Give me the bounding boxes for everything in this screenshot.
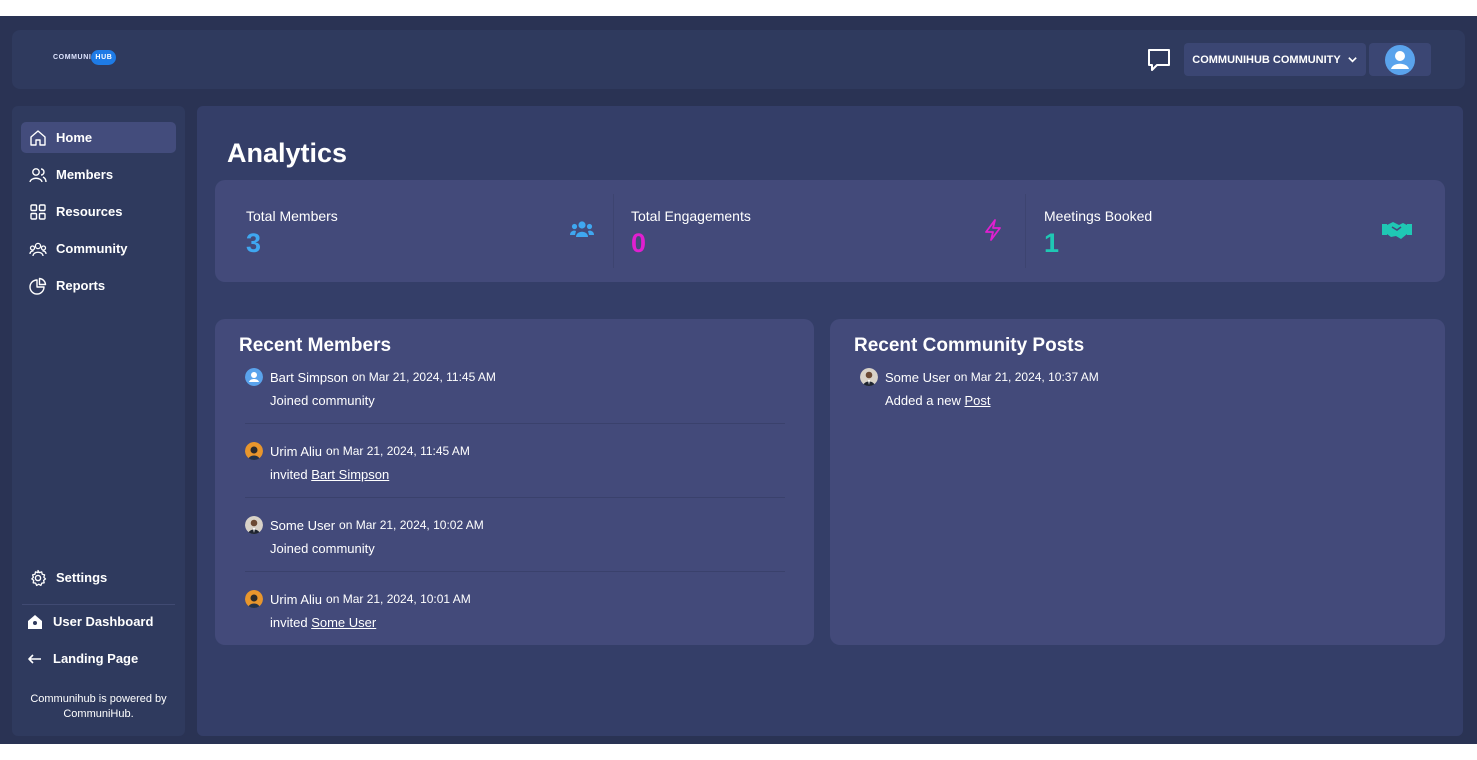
user-photo-avatar <box>245 590 263 608</box>
home-solid-icon <box>28 614 42 629</box>
activity-text: invited Bart Simpson <box>270 467 785 482</box>
community-selector-button[interactable]: COMMUNIHUB COMMUNITY <box>1184 43 1366 76</box>
user-photo-avatar <box>245 516 263 534</box>
community-selector-label: COMMUNIHUB COMMUNITY <box>1192 53 1341 66</box>
default-avatar-icon <box>245 368 263 386</box>
recent-posts-card: Recent Community Posts Some User on Mar … <box>830 319 1445 645</box>
lightning-icon <box>985 219 1001 241</box>
activity-text: Joined community <box>270 541 375 556</box>
app-frame: COMMUNI HUB COMMUNIHUB COMMUNITY Home Mem… <box>0 16 1477 744</box>
activity-text: Added a new Post <box>885 393 1400 408</box>
landing-page-label: Landing Page <box>53 651 139 666</box>
chevron-down-icon <box>1347 57 1357 63</box>
activity-date: on Mar 21, 2024, 11:45 AM <box>352 370 496 384</box>
pie-chart-icon <box>29 277 47 295</box>
list-item: Urim Aliu on Mar 21, 2024, 11:45 AM invi… <box>245 442 785 482</box>
gear-icon <box>31 569 47 586</box>
logo-text-right: HUB <box>91 50 117 65</box>
list-divider <box>245 571 785 572</box>
list-divider <box>245 423 785 424</box>
page-title: Analytics <box>227 138 348 168</box>
stat-label: Total Engagements <box>631 208 751 224</box>
stat-label: Meetings Booked <box>1044 208 1153 224</box>
user-avatar-icon <box>1385 44 1415 75</box>
sidebar-item-resources[interactable]: Resources <box>21 196 176 227</box>
landing-page-link[interactable]: Landing Page <box>21 643 176 674</box>
community-icon <box>29 242 47 256</box>
list-divider <box>245 497 785 498</box>
member-link[interactable]: Some User <box>311 615 376 630</box>
brand-logo[interactable]: COMMUNI HUB <box>53 50 117 65</box>
activity-action: invited <box>270 467 312 482</box>
user-photo-avatar <box>860 368 878 386</box>
activity-text: invited Some User <box>270 615 785 630</box>
home-icon <box>30 129 46 146</box>
recent-members-card: Recent Members Bart Simpson on Mar 21, 2… <box>215 319 814 645</box>
settings-label: Settings <box>56 570 108 585</box>
sidebar-item-members[interactable]: Members <box>21 159 176 190</box>
arrow-left-icon <box>28 653 41 664</box>
user-dashboard-link[interactable]: User Dashboard <box>21 606 176 637</box>
member-name[interactable]: Bart Simpson <box>270 370 348 385</box>
sidebar-item-home[interactable]: Home <box>21 122 176 153</box>
members-icon <box>29 167 47 182</box>
list-item: Some User on Mar 21, 2024, 10:02 AM Join… <box>245 516 785 556</box>
stat-value: 1 <box>1044 228 1060 258</box>
sidebar: Home Members Resources Community Reports… <box>12 106 185 736</box>
sidebar-item-reports[interactable]: Reports <box>21 270 176 301</box>
top-bar: COMMUNI HUB COMMUNIHUB COMMUNITY <box>12 30 1465 89</box>
sidebar-item-settings[interactable]: Settings <box>21 562 176 593</box>
main-content: Analytics Total Members 3 Total Engageme… <box>197 106 1463 736</box>
user-dashboard-label: User Dashboard <box>53 614 154 629</box>
member-name[interactable]: Some User <box>270 518 335 533</box>
activity-date: on Mar 21, 2024, 10:01 AM <box>326 592 471 606</box>
stat-value: 0 <box>631 228 647 258</box>
powered-by-note: Communihub is powered by CommuniHub. <box>30 693 167 720</box>
stat-total-engagements: Total Engagements 0 <box>600 180 1025 282</box>
activity-action: Added a new <box>885 393 965 408</box>
profile-menu-button[interactable] <box>1369 43 1431 76</box>
sidebar-item-label: Resources <box>56 204 123 219</box>
member-name[interactable]: Urim Aliu <box>270 444 322 459</box>
activity-date: on Mar 21, 2024, 11:45 AM <box>326 444 470 458</box>
activity-text: Joined community <box>270 393 375 408</box>
activity-date: on Mar 21, 2024, 10:37 AM <box>954 370 1099 384</box>
user-photo-avatar <box>245 442 263 460</box>
sidebar-item-label: Community <box>56 241 128 256</box>
users-icon <box>570 221 594 237</box>
post-author-name[interactable]: Some User <box>885 370 950 385</box>
member-name[interactable]: Urim Aliu <box>270 592 322 607</box>
stats-panel: Total Members 3 Total Engagements 0 Meet… <box>215 180 1445 282</box>
stat-total-members: Total Members 3 <box>215 180 613 282</box>
handshake-icon <box>1382 222 1412 239</box>
sidebar-item-label: Reports <box>56 278 106 293</box>
post-link[interactable]: Post <box>965 393 991 408</box>
chat-bubble-icon[interactable] <box>1146 47 1172 73</box>
list-item: Bart Simpson on Mar 21, 2024, 11:45 AM J… <box>245 368 785 408</box>
card-title: Recent Community Posts <box>854 335 1085 356</box>
sidebar-item-label: Home <box>56 130 93 145</box>
grid-icon <box>30 203 46 220</box>
stat-meetings-booked: Meetings Booked 1 <box>1013 180 1445 282</box>
stat-value: 3 <box>246 228 262 258</box>
stat-label: Total Members <box>246 208 338 224</box>
member-link[interactable]: Bart Simpson <box>311 467 389 482</box>
sidebar-item-label: Members <box>56 167 114 182</box>
list-item: Some User on Mar 21, 2024, 10:37 AM Adde… <box>860 368 1400 408</box>
activity-action: invited <box>270 615 312 630</box>
activity-date: on Mar 21, 2024, 10:02 AM <box>339 518 484 532</box>
card-title: Recent Members <box>239 335 392 356</box>
logo-text-left: COMMUNI <box>53 54 92 61</box>
list-item: Urim Aliu on Mar 21, 2024, 10:01 AM invi… <box>245 590 785 630</box>
sidebar-item-community[interactable]: Community <box>21 233 176 264</box>
sidebar-divider <box>22 604 175 605</box>
